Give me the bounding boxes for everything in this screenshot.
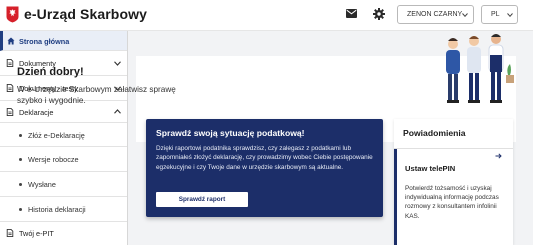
- bullet-icon: [19, 158, 22, 161]
- sidebar-item-label: Złóż e-Deklarację: [28, 131, 85, 140]
- app-title[interactable]: e-Urząd Skarbowy: [24, 6, 147, 22]
- sidebar-item-label: Strona główna: [19, 37, 70, 46]
- sidebar-item-label: Deklaracje: [19, 108, 54, 117]
- user-menu-button[interactable]: ZENON CZARNY: [397, 5, 474, 24]
- divider: [394, 148, 513, 149]
- sidebar-subitem-drafts[interactable]: Wersje robocze: [0, 147, 127, 172]
- bullet-icon: [19, 134, 22, 137]
- sidebar-item-label: Historia deklaracji: [28, 205, 86, 214]
- sidebar-item-home[interactable]: Strona główna: [0, 31, 127, 51]
- sidebar-item-label: Wysłane: [28, 180, 56, 189]
- sidebar-subitem-sent[interactable]: Wysłane: [0, 172, 127, 197]
- sidebar-subitem-submit-declaration[interactable]: Złóż e-Deklarację: [0, 123, 127, 147]
- sidebar-subitem-history[interactable]: Historia deklaracji: [0, 197, 127, 222]
- chevron-down-icon: [462, 13, 468, 17]
- check-report-button[interactable]: Sprawdź raport: [156, 192, 248, 207]
- chevron-down-icon: [507, 13, 513, 17]
- bullet-icon: [19, 183, 22, 186]
- poland-eagle-logo[interactable]: [6, 6, 19, 23]
- sidebar-item-label: Twój e-PIT: [19, 229, 54, 238]
- sidebar-nav: Strona główna Dokumenty Dokumenty - test…: [0, 31, 128, 245]
- document-icon: [6, 229, 14, 237]
- tax-situation-card: Sprawdź swoją sytuację podatkową! Dzięki…: [146, 119, 383, 217]
- gear-icon[interactable]: [373, 8, 385, 20]
- sidebar-item-epit[interactable]: Twój e-PIT: [0, 222, 127, 245]
- document-icon: [6, 59, 14, 67]
- top-header: e-Urząd Skarbowy ZENON CZARNY PL: [0, 0, 533, 31]
- document-icon: [6, 108, 14, 116]
- language-select[interactable]: PL: [481, 5, 518, 24]
- bullet-icon: [19, 208, 22, 211]
- sidebar-item-label: Wersje robocze: [28, 155, 79, 164]
- arrow-right-icon[interactable]: [495, 153, 502, 159]
- tax-card-text: Dzięki raportowi podatnika sprawdzisz, c…: [156, 145, 373, 171]
- language-label: PL: [491, 11, 500, 18]
- mail-icon[interactable]: [346, 9, 357, 18]
- document-icon: [6, 84, 14, 92]
- chevron-up-icon: [114, 109, 121, 114]
- home-icon: [7, 37, 15, 45]
- tax-card-title: Sprawdź swoją sytuację podatkową!: [156, 128, 305, 138]
- intro-text: W e-Urzędzie Skarbowym załatwisz sprawę …: [17, 85, 176, 105]
- notification-text: Potwierdź tożsamość i uzyskaj indywidual…: [405, 185, 499, 220]
- user-name: ZENON CZARNY: [407, 11, 463, 18]
- notification-title[interactable]: Ustaw telePIN: [405, 164, 455, 173]
- chevron-down-icon: [114, 61, 121, 66]
- notification-accent-bar: [394, 149, 397, 245]
- notifications-panel: Powiadomienia Ustaw telePIN Potwierdź to…: [394, 119, 513, 245]
- people-illustration: [446, 34, 514, 103]
- notifications-heading: Powiadomienia: [403, 128, 466, 138]
- greeting-heading: Dzień dobry!: [17, 66, 84, 78]
